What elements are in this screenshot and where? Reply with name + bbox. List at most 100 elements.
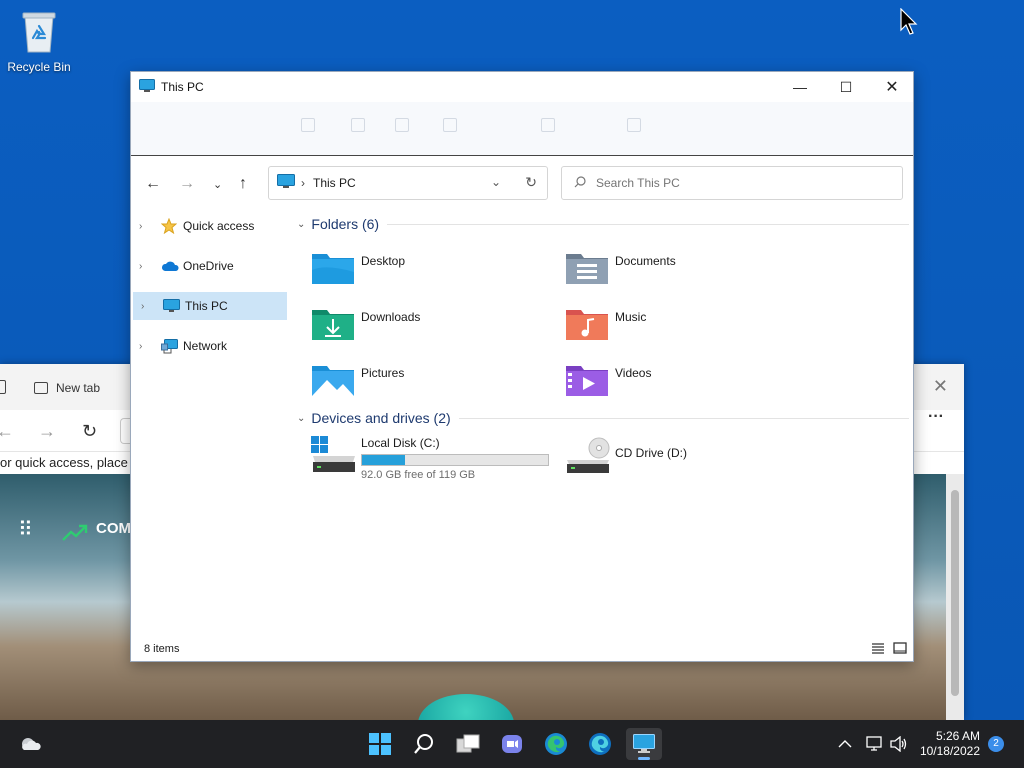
folders-group-title: Folders (6) <box>311 216 380 232</box>
forward-icon[interactable]: → <box>38 421 56 442</box>
folder-label: Downloads <box>361 310 421 324</box>
drives-group-title: Devices and drives (2) <box>311 410 451 426</box>
paste-icon[interactable] <box>351 118 365 132</box>
clock-date: 10/18/2022 <box>919 744 980 758</box>
browser-address-bar[interactable] <box>120 418 130 444</box>
mouse-pointer-icon <box>900 7 918 39</box>
view-icon[interactable] <box>627 118 641 132</box>
nav-item-quick-access[interactable]: › Quick access <box>131 212 291 240</box>
trending-up-icon <box>62 524 88 545</box>
notification-badge[interactable]: 2 <box>988 736 1004 752</box>
drives-grid: Local Disk (C:) 92.0 GB free of 119 GB C… <box>297 430 909 500</box>
recycle-bin-icon <box>19 10 59 54</box>
cloud-icon <box>161 260 179 272</box>
rename-icon[interactable] <box>395 118 409 132</box>
close-button[interactable]: ✕ <box>869 72 915 102</box>
back-button[interactable]: ← <box>145 175 161 193</box>
nav-item-network[interactable]: › Network <box>131 332 291 360</box>
nav-item-this-pc[interactable]: › This PC <box>133 292 287 320</box>
forward-button[interactable]: → <box>179 175 195 193</box>
cd-drive-icon <box>565 436 611 476</box>
refresh-icon[interactable]: ↻ <box>82 421 97 442</box>
folder-pictures[interactable]: Pictures <box>311 362 531 406</box>
recycle-bin-label: Recycle Bin <box>7 60 71 74</box>
search-icon[interactable] <box>406 728 442 760</box>
network-icon <box>161 338 179 354</box>
folders-grid: Desktop Documents Downloads Music Pictur… <box>297 236 909 406</box>
drive-local-disk-c[interactable]: Local Disk (C:) 92.0 GB free of 119 GB <box>311 436 549 481</box>
app-launcher-icon[interactable]: ⠿ <box>18 520 33 540</box>
breadcrumb-this-pc[interactable]: This PC <box>313 176 356 190</box>
edge-icon[interactable] <box>538 728 574 760</box>
browser-close-icon[interactable]: ✕ <box>933 376 948 397</box>
computer-icon <box>277 174 295 192</box>
recycle-bin-shortcut[interactable]: Recycle Bin <box>4 6 74 74</box>
tiles-view-icon[interactable] <box>893 642 907 654</box>
expand-chevron-icon[interactable]: › <box>139 261 153 272</box>
clock[interactable]: 5:26 AM 10/18/2022 <box>920 729 980 759</box>
folder-music[interactable]: Music <box>565 306 785 350</box>
volume-icon[interactable] <box>890 720 908 768</box>
back-icon[interactable]: ← <box>0 421 14 442</box>
drives-group-header[interactable]: ⌄ Devices and drives (2) <box>297 406 909 430</box>
browser-scrollbar[interactable] <box>946 474 964 720</box>
videos-folder-icon <box>565 362 609 398</box>
clock-time: 5:26 AM <box>935 729 980 743</box>
teams-chat-icon[interactable] <box>494 728 530 760</box>
expand-chevron-icon[interactable]: › <box>141 301 155 312</box>
search-input[interactable] <box>596 176 876 190</box>
folder-videos[interactable]: Videos <box>565 362 785 406</box>
desktop-folder-icon <box>311 250 355 286</box>
drive-free-space: 92.0 GB free of 119 GB <box>361 469 476 481</box>
downloads-folder-icon <box>311 306 355 342</box>
collapse-chevron-icon[interactable]: ⌄ <box>297 219 305 230</box>
folders-group-header[interactable]: ⌄ Folders (6) <box>297 212 909 236</box>
sort-icon[interactable] <box>541 118 555 132</box>
refresh-icon[interactable]: ↻ <box>525 174 537 191</box>
item-count: 8 items <box>144 643 180 655</box>
drive-cd-d[interactable]: CD Drive (D:) <box>565 436 687 476</box>
copy-icon[interactable] <box>301 118 315 132</box>
expand-chevron-icon[interactable]: › <box>139 341 153 352</box>
music-folder-icon <box>565 306 609 342</box>
nav-item-onedrive[interactable]: › OneDrive <box>131 252 291 280</box>
file-explorer-taskbar-button[interactable] <box>626 728 662 760</box>
more-options-icon[interactable]: ··· <box>928 408 944 426</box>
drive-usage-bar <box>361 454 549 466</box>
search-box[interactable] <box>561 166 903 200</box>
taskbar: 5:26 AM 10/18/2022 2 <box>0 720 1024 768</box>
minimize-button[interactable]: — <box>777 72 823 102</box>
drive-label: Local Disk (C:) <box>361 436 440 450</box>
show-hidden-icons-icon[interactable] <box>838 720 852 768</box>
breadcrumb-separator-icon[interactable]: › <box>301 176 305 190</box>
address-bar[interactable]: › This PC ⌄ ↻ <box>268 166 548 200</box>
folder-documents[interactable]: Documents <box>565 250 785 294</box>
address-dropdown-icon[interactable]: ⌄ <box>491 175 501 189</box>
edge-beta-icon[interactable] <box>582 728 618 760</box>
window-title: This PC <box>161 80 204 94</box>
status-bar: 8 items <box>131 637 913 661</box>
start-button[interactable] <box>362 728 398 760</box>
details-view-icon[interactable] <box>871 642 885 654</box>
weather-widget-icon[interactable] <box>12 728 48 760</box>
folder-desktop[interactable]: Desktop <box>311 250 531 294</box>
folder-label: Pictures <box>361 366 405 380</box>
tab-actions-icon[interactable] <box>0 380 6 394</box>
drive-usage-fill <box>362 455 405 465</box>
task-view-icon[interactable] <box>450 728 486 760</box>
group-divider <box>458 417 909 419</box>
expand-chevron-icon[interactable]: › <box>139 221 153 232</box>
collapse-chevron-icon[interactable]: ⌄ <box>297 413 305 424</box>
up-button[interactable]: ↑ <box>239 175 247 193</box>
command-bar <box>131 102 913 156</box>
browser-scrollbar-thumb[interactable] <box>951 490 959 696</box>
share-icon[interactable] <box>443 118 457 132</box>
computer-icon <box>163 299 181 313</box>
file-explorer-window[interactable]: This PC — ☐ ✕ ← → ⌄ ↑ › This PC ⌄ ↻ Sear… <box>130 71 914 662</box>
new-icon[interactable] <box>151 118 165 132</box>
network-status-icon[interactable] <box>864 720 884 768</box>
recent-locations-icon[interactable]: ⌄ <box>213 178 222 191</box>
maximize-button[interactable]: ☐ <box>823 72 869 102</box>
folder-downloads[interactable]: Downloads <box>311 306 531 350</box>
title-bar[interactable]: This PC — ☐ ✕ <box>131 72 913 102</box>
